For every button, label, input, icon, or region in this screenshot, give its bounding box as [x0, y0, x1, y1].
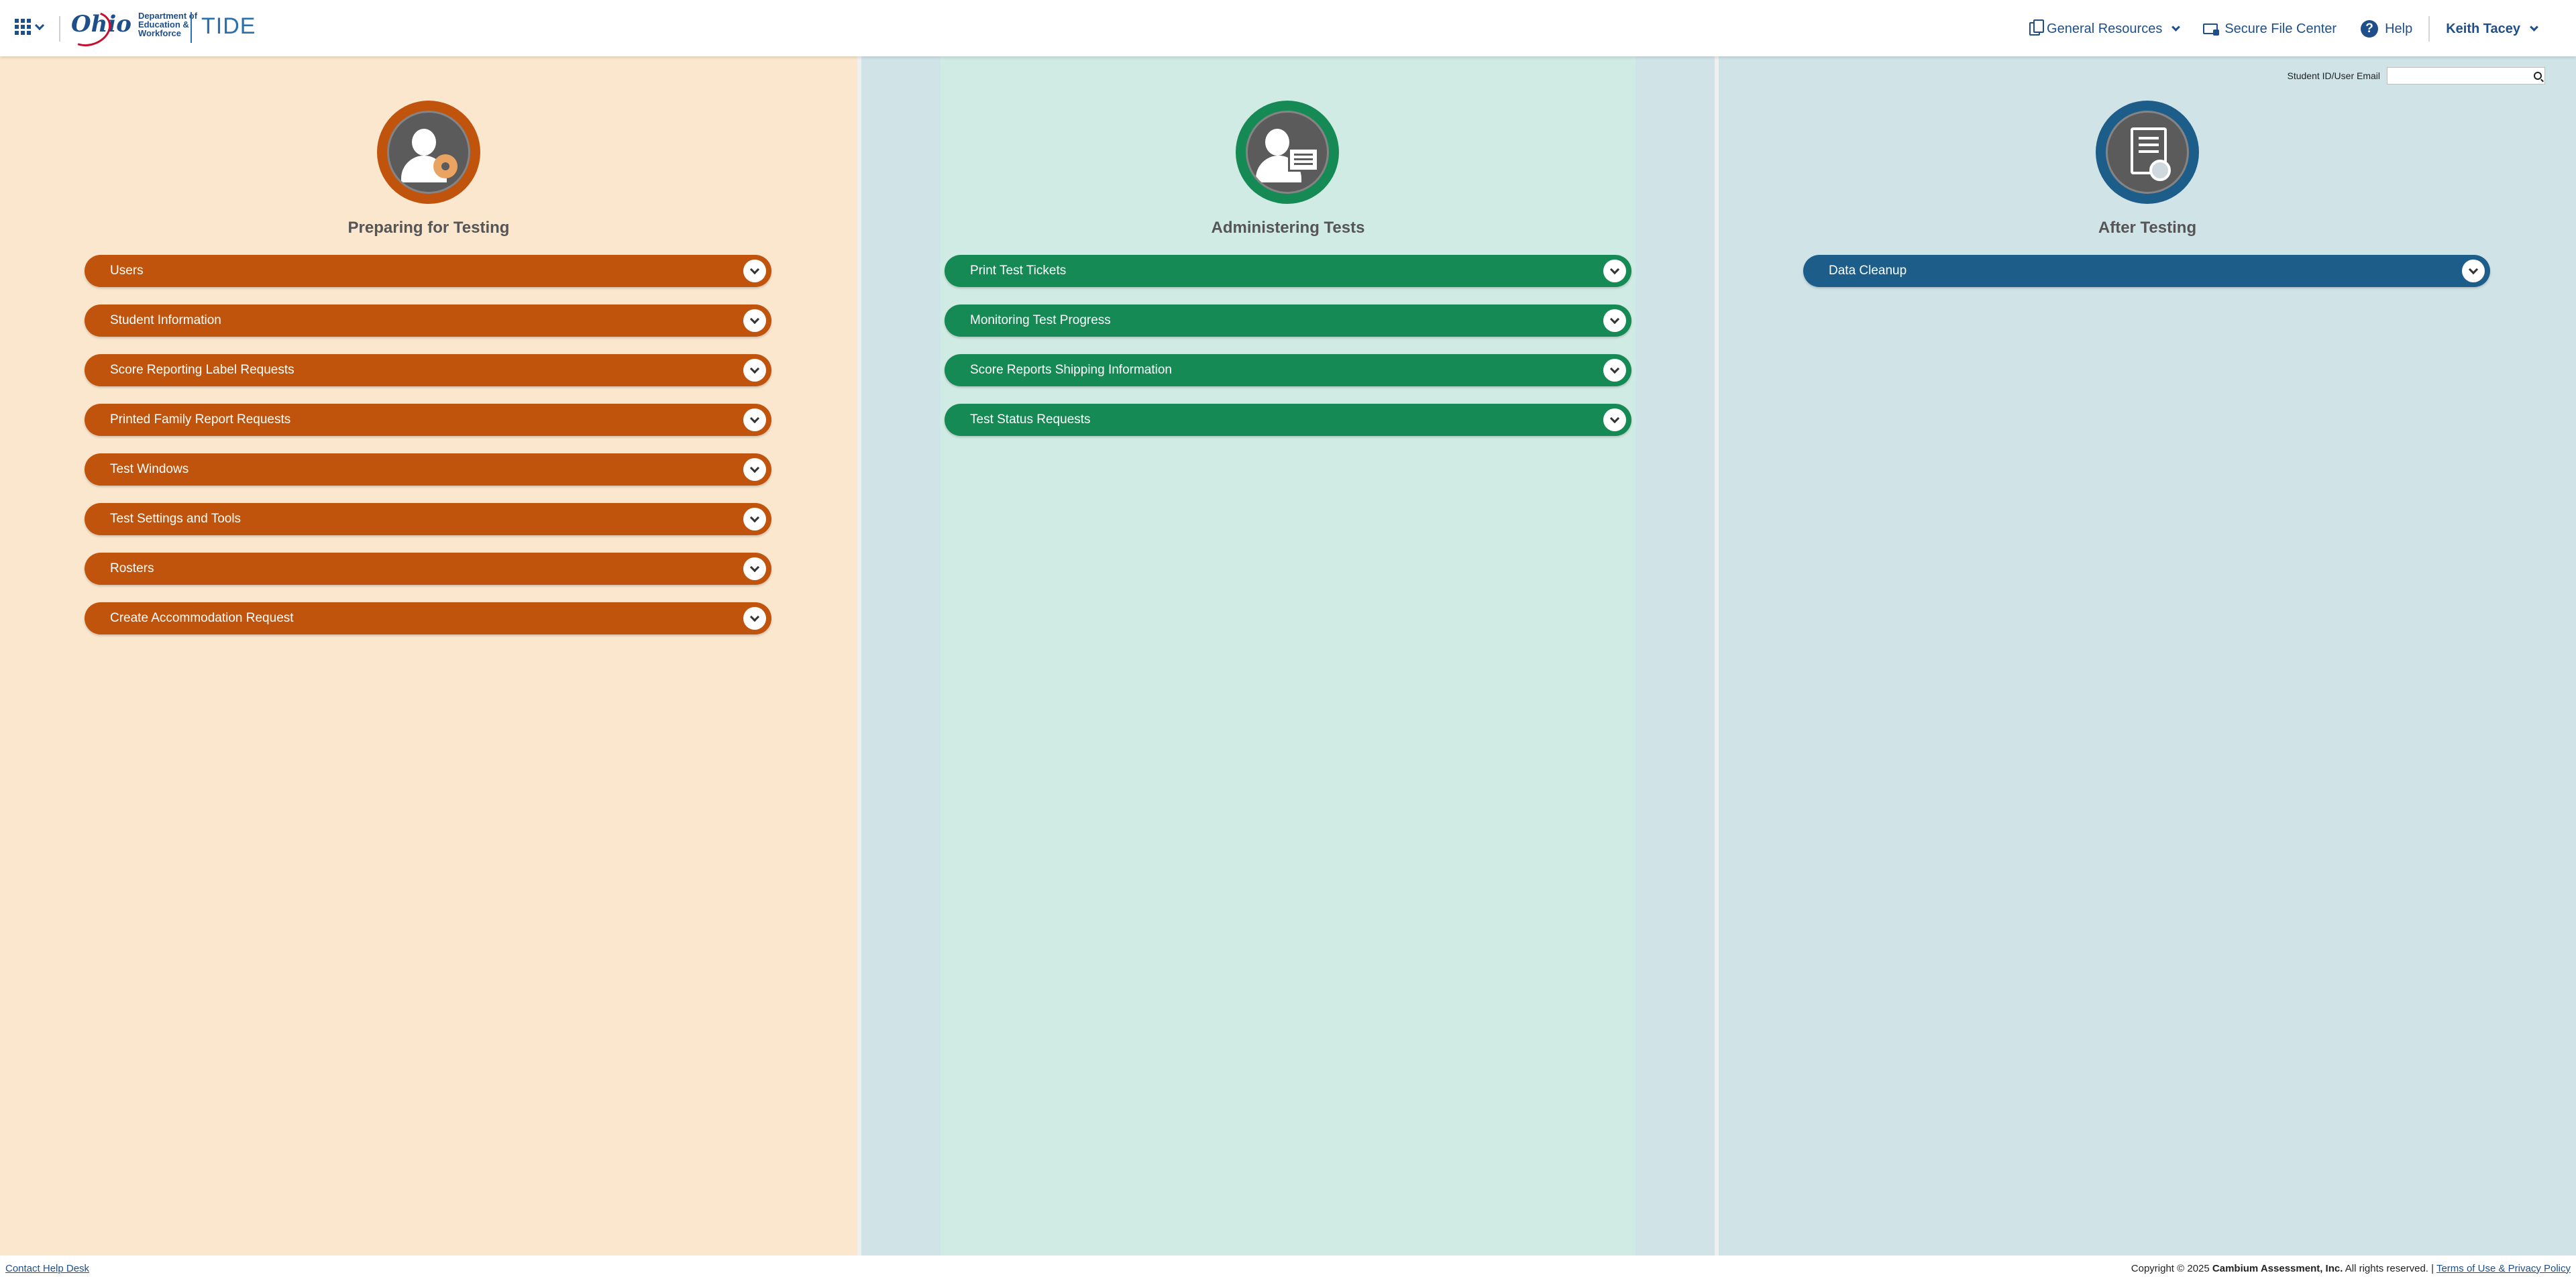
grid-apps-icon — [15, 19, 31, 35]
accordion-label: Monitoring Test Progress — [970, 313, 1111, 327]
accordion-label: Printed Family Report Requests — [110, 412, 291, 427]
copyright: Copyright © 2025 Cambium Assessment, Inc… — [2131, 1263, 2571, 1274]
accordion-rosters[interactable]: Rosters — [85, 553, 771, 585]
admin-accordion-list: Print Test Tickets Monitoring Test Progr… — [945, 255, 1631, 453]
accordion-score-reporting-label-requests[interactable]: Score Reporting Label Requests — [85, 354, 771, 386]
accordion-monitoring-test-progress[interactable]: Monitoring Test Progress — [945, 304, 1631, 337]
ohio-logo-text: Ohio — [71, 11, 131, 38]
general-resources-menu[interactable]: General Resources — [2017, 16, 2191, 42]
chevron-down-icon — [2171, 23, 2181, 32]
rights-text: All rights reserved. — [2345, 1262, 2428, 1274]
user-gear-icon — [377, 101, 480, 204]
chevron-down-icon[interactable] — [1603, 309, 1626, 332]
app-title: TIDE — [201, 13, 256, 39]
accordion-printed-family-report-requests[interactable]: Printed Family Report Requests — [85, 404, 771, 436]
documents-icon — [2029, 19, 2045, 36]
company-name: Cambium Assessment, Inc. — [2212, 1262, 2343, 1274]
accordion-label: Student Information — [110, 313, 221, 327]
help-icon: ? — [2361, 20, 2379, 38]
prep-accordion-list: Users Student Information Score Reportin… — [85, 255, 771, 652]
contact-help-desk-link[interactable]: Contact Help Desk — [5, 1263, 89, 1274]
accordion-label: Users — [110, 264, 144, 278]
accordion-label: Test Status Requests — [970, 412, 1091, 427]
accordion-print-test-tickets[interactable]: Print Test Tickets — [945, 255, 1631, 287]
accordion-test-status-requests[interactable]: Test Status Requests — [945, 404, 1631, 436]
column-title: Preparing for Testing — [347, 219, 510, 237]
accordion-label: Print Test Tickets — [970, 264, 1067, 278]
secure-file-center-link[interactable]: Secure File Center — [2191, 16, 2349, 42]
accordion-student-information[interactable]: Student Information — [85, 304, 771, 337]
chevron-down-icon[interactable] — [743, 508, 766, 531]
dept-line-3: Workforce — [138, 27, 181, 38]
accordion-data-cleanup[interactable]: Data Cleanup — [1803, 255, 2490, 287]
certificate-icon — [2096, 101, 2199, 204]
chevron-down-icon[interactable] — [1603, 260, 1626, 282]
help-link[interactable]: ? Help — [2349, 16, 2424, 42]
accordion-score-reports-shipping-information[interactable]: Score Reports Shipping Information — [945, 354, 1631, 386]
after-accordion-list: Data Cleanup — [1803, 255, 2490, 304]
accordion-create-accommodation-request[interactable]: Create Accommodation Request — [85, 602, 771, 634]
search-label: Student ID/User Email — [2287, 70, 2381, 81]
secure-folder-icon — [2203, 23, 2220, 36]
user-name: Keith Tacey — [2446, 21, 2520, 36]
user-monitor-icon — [1236, 101, 1339, 204]
user-menu[interactable]: Keith Tacey — [2434, 16, 2549, 42]
column-title: After Testing — [2098, 219, 2197, 237]
accordion-users[interactable]: Users — [85, 255, 771, 287]
chevron-down-icon[interactable] — [743, 557, 766, 580]
header-divider — [59, 16, 60, 42]
column-preparing-for-testing: Preparing for Testing Users Student Info… — [0, 56, 857, 1256]
accordion-label: Score Reports Shipping Information — [970, 363, 1172, 377]
help-label: Help — [2385, 21, 2413, 36]
student-user-search: Student ID/User Email — [2287, 67, 2545, 85]
accordion-label: Score Reporting Label Requests — [110, 363, 294, 377]
accordion-label: Data Cleanup — [1829, 264, 1907, 278]
copyright-prefix: Copyright © 2025 — [2131, 1262, 2210, 1274]
chevron-down-icon[interactable] — [743, 359, 766, 382]
app-switcher-button[interactable] — [15, 19, 45, 35]
footer-separator: | — [2431, 1262, 2434, 1274]
chevron-down-icon[interactable] — [1603, 408, 1626, 431]
search-input[interactable] — [2387, 68, 2534, 83]
header-separator — [2428, 16, 2430, 42]
terms-privacy-link[interactable]: Terms of Use & Privacy Policy — [2436, 1263, 2571, 1274]
general-resources-label: General Resources — [2047, 21, 2163, 36]
accordion-test-windows[interactable]: Test Windows — [85, 453, 771, 486]
search-icon[interactable] — [2534, 72, 2542, 80]
column-administering-tests: Administering Tests Print Test Tickets M… — [861, 56, 1715, 1256]
chevron-down-icon[interactable] — [743, 607, 766, 630]
logo-separator — [191, 12, 192, 43]
column-title: Administering Tests — [1211, 219, 1365, 237]
footer: Contact Help Desk Copyright © 2025 Cambi… — [0, 1256, 2576, 1281]
chevron-down-icon[interactable] — [743, 408, 766, 431]
accordion-label: Rosters — [110, 561, 154, 575]
chevron-down-icon — [34, 20, 45, 30]
top-header: Ohio Department of Education & Workforce… — [0, 0, 2576, 56]
ohio-dept-logo[interactable]: Ohio Department of Education & Workforce — [71, 11, 205, 38]
chevron-down-icon[interactable] — [743, 458, 766, 481]
chevron-down-icon[interactable] — [2462, 260, 2485, 282]
chevron-down-icon — [2530, 23, 2538, 32]
accordion-label: Test Windows — [110, 462, 189, 476]
search-box[interactable] — [2387, 67, 2545, 85]
dept-logo-text: Department of Education & Workforce — [138, 11, 205, 38]
accordion-test-settings-and-tools[interactable]: Test Settings and Tools — [85, 503, 771, 535]
header-nav: General Resources Secure File Center ? H… — [2017, 16, 2549, 42]
accordion-label: Test Settings and Tools — [110, 512, 241, 526]
column-after-testing: After Testing Data Cleanup — [1719, 56, 2576, 1256]
chevron-down-icon[interactable] — [1603, 359, 1626, 382]
accordion-label: Create Accommodation Request — [110, 611, 294, 625]
chevron-down-icon[interactable] — [743, 309, 766, 332]
dept-line-1: Department of — [138, 10, 198, 21]
dept-line-2: Education & — [138, 19, 189, 30]
chevron-down-icon[interactable] — [743, 260, 766, 282]
secure-file-center-label: Secure File Center — [2224, 21, 2337, 36]
